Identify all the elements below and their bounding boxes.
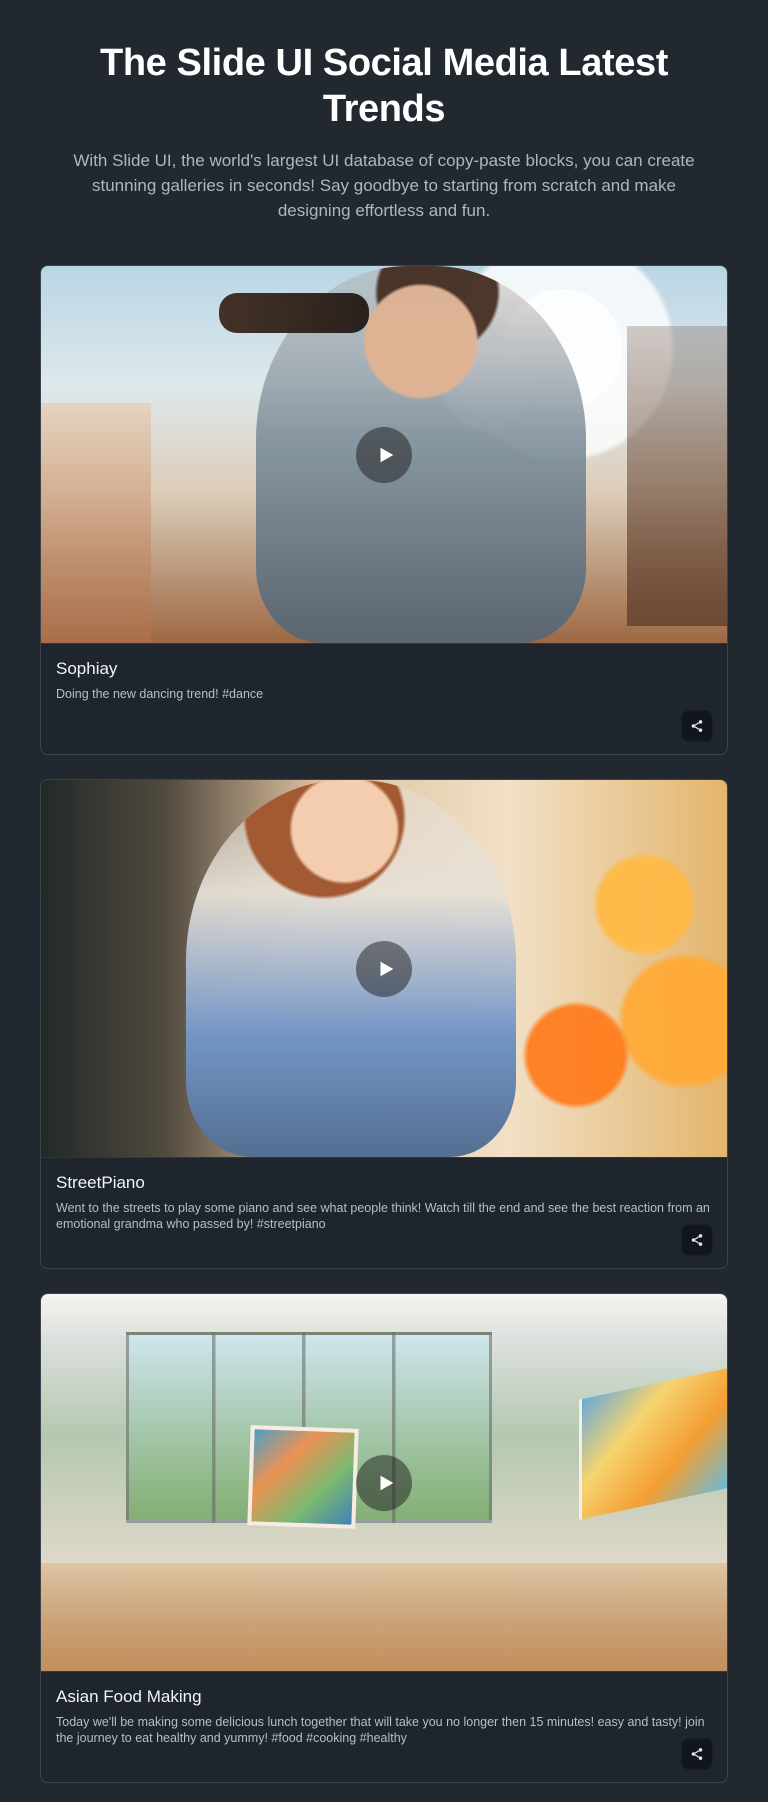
studio-floor-image <box>41 1563 727 1671</box>
play-button[interactable] <box>356 940 412 997</box>
card-body: StreetPiano Went to the streets to play … <box>41 1158 727 1268</box>
page-title: The Slide UI Social Media Latest Trends <box>100 42 668 130</box>
video-card-list: Sophiay Doing the new dancing trend! #da… <box>0 265 768 1783</box>
card-title: Asian Food Making <box>56 1687 202 1706</box>
video-card-sophiay: Sophiay Doing the new dancing trend! #da… <box>40 265 728 755</box>
share-button[interactable] <box>681 1224 713 1256</box>
video-thumbnail[interactable] <box>41 1294 727 1672</box>
play-icon <box>380 1475 393 1490</box>
play-icon <box>380 961 393 976</box>
play-button[interactable] <box>356 1454 412 1511</box>
page-subtitle: With Slide UI, the world's largest UI da… <box>73 151 695 220</box>
card-body: Sophiay Doing the new dancing trend! #da… <box>41 644 727 754</box>
share-button[interactable] <box>681 1738 713 1770</box>
social-media-gallery-page: The Slide UI Social Media Latest Trends … <box>0 0 768 1783</box>
person-image <box>186 780 516 1157</box>
card-description: Went to the streets to play some piano a… <box>56 1201 710 1231</box>
video-thumbnail[interactable] <box>41 266 727 644</box>
sunglasses-shape <box>219 293 369 333</box>
share-icon <box>691 1234 703 1246</box>
video-card-asian-food-making: Asian Food Making Today we'll be making … <box>40 1293 728 1783</box>
painting-canvas-image <box>247 1425 359 1529</box>
share-icon <box>691 1748 703 1760</box>
card-title: StreetPiano <box>56 1173 145 1192</box>
play-icon <box>380 447 393 462</box>
wall-painting-image <box>579 1368 727 1520</box>
card-description: Doing the new dancing trend! #dance <box>56 687 264 701</box>
hero-section: The Slide UI Social Media Latest Trends … <box>0 40 768 223</box>
share-icon <box>691 720 703 732</box>
video-card-streetpiano: StreetPiano Went to the streets to play … <box>40 779 728 1269</box>
play-button[interactable] <box>356 426 412 483</box>
share-button[interactable] <box>681 710 713 742</box>
card-title: Sophiay <box>56 659 118 678</box>
video-thumbnail[interactable] <box>41 780 727 1158</box>
card-description: Today we'll be making some delicious lun… <box>56 1715 705 1745</box>
card-body: Asian Food Making Today we'll be making … <box>41 1672 727 1782</box>
